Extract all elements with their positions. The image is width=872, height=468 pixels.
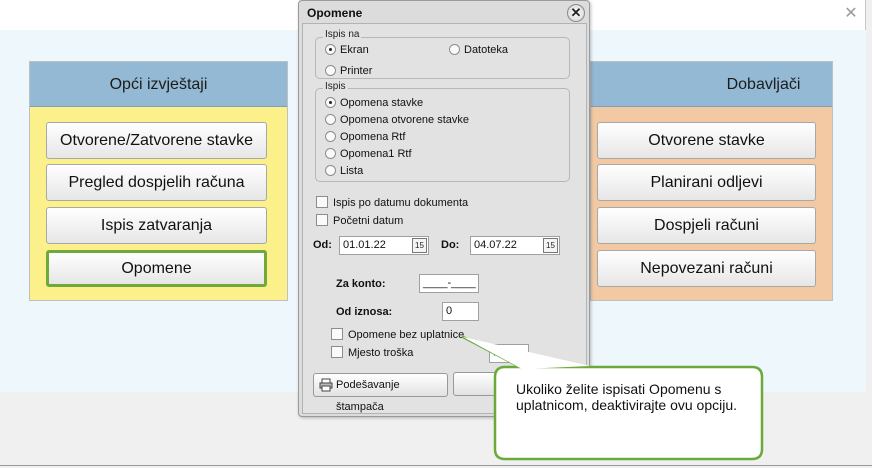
callout-text: Ukoliko želite ispisati Opomenu s uplatn…	[516, 381, 738, 413]
bottom-divider	[0, 465, 872, 466]
